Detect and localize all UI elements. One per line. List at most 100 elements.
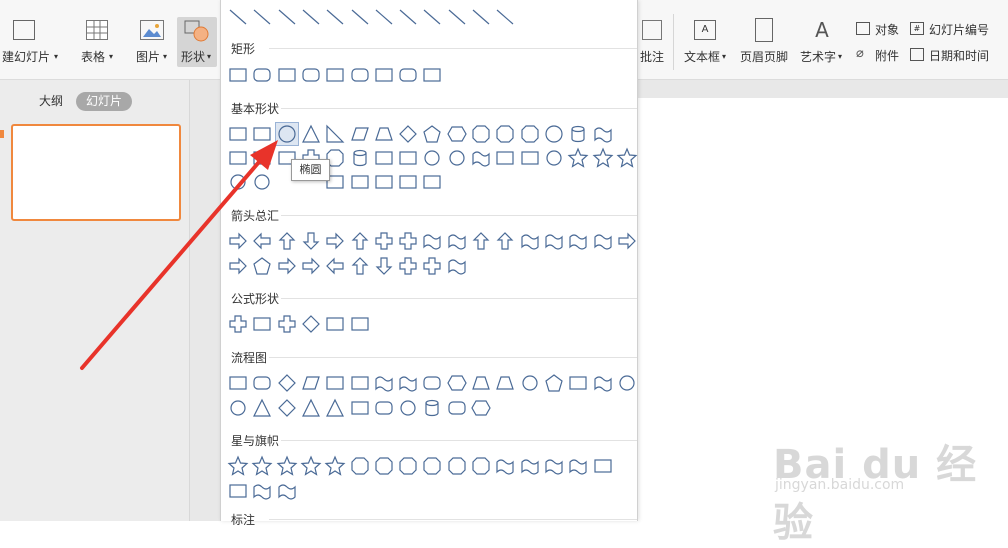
line-shape[interactable] bbox=[446, 6, 468, 28]
flowchart-shape[interactable] bbox=[349, 397, 371, 419]
comment-button[interactable]: 批注 bbox=[640, 48, 664, 65]
star-shape[interactable] bbox=[397, 455, 419, 477]
basic-shape[interactable] bbox=[373, 147, 395, 169]
flowchart-shape[interactable] bbox=[446, 372, 468, 394]
basic-shape[interactable] bbox=[470, 147, 492, 169]
picture-button[interactable]: 图片 bbox=[136, 48, 160, 65]
basic-shape[interactable] bbox=[349, 171, 371, 193]
basic-shape[interactable] bbox=[227, 123, 249, 145]
basic-shape[interactable] bbox=[592, 147, 614, 169]
basic-shape[interactable] bbox=[373, 123, 395, 145]
flowchart-shape[interactable] bbox=[446, 397, 468, 419]
tab-outline[interactable]: 大纲 bbox=[29, 92, 73, 111]
star-shape[interactable] bbox=[446, 455, 468, 477]
flowchart-shape[interactable] bbox=[421, 372, 443, 394]
line-shape[interactable] bbox=[470, 6, 492, 28]
shape-button[interactable]: 形状 bbox=[181, 48, 205, 65]
flowchart-shape[interactable] bbox=[251, 397, 273, 419]
flowchart-shape[interactable] bbox=[300, 372, 322, 394]
comment-icon[interactable] bbox=[642, 20, 662, 40]
star-shape[interactable] bbox=[494, 455, 516, 477]
flowchart-shape[interactable] bbox=[470, 397, 492, 419]
arrow-shape[interactable] bbox=[300, 255, 322, 277]
arrow-shape[interactable] bbox=[251, 255, 273, 277]
paperclip-icon[interactable]: ⌀ bbox=[856, 47, 870, 61]
arrow-shape[interactable] bbox=[446, 255, 468, 277]
flowchart-shape[interactable] bbox=[616, 372, 638, 394]
rect-shape[interactable] bbox=[276, 64, 298, 86]
wordart-icon[interactable]: A bbox=[811, 18, 833, 42]
datetime-button[interactable]: 日期和时间 bbox=[929, 47, 989, 64]
arrow-shape[interactable] bbox=[567, 230, 589, 252]
line-shape[interactable] bbox=[324, 6, 346, 28]
star-shape[interactable] bbox=[592, 455, 614, 477]
flowchart-shape[interactable] bbox=[421, 397, 443, 419]
rect-shape[interactable] bbox=[349, 64, 371, 86]
basic-shape[interactable] bbox=[616, 147, 638, 169]
line-shape[interactable] bbox=[397, 6, 419, 28]
rect-shape[interactable] bbox=[421, 64, 443, 86]
arrow-shape[interactable] bbox=[276, 230, 298, 252]
basic-shape[interactable] bbox=[470, 123, 492, 145]
arrow-shape[interactable] bbox=[373, 255, 395, 277]
line-shape[interactable] bbox=[251, 6, 273, 28]
arrow-shape[interactable] bbox=[470, 230, 492, 252]
basic-shape[interactable] bbox=[494, 147, 516, 169]
shape-icon[interactable] bbox=[184, 20, 210, 42]
rect-shape[interactable] bbox=[324, 64, 346, 86]
tab-slides[interactable]: 幻灯片 bbox=[76, 92, 133, 111]
basic-shape[interactable] bbox=[446, 147, 468, 169]
arrow-shape[interactable] bbox=[616, 230, 638, 252]
formula-shape[interactable] bbox=[300, 313, 322, 335]
flowchart-shape[interactable] bbox=[567, 372, 589, 394]
star-shape[interactable] bbox=[567, 455, 589, 477]
star-shape[interactable] bbox=[470, 455, 492, 477]
basic-shape[interactable] bbox=[373, 171, 395, 193]
object-icon[interactable] bbox=[856, 22, 870, 35]
line-shape[interactable] bbox=[349, 6, 371, 28]
basic-shape[interactable] bbox=[567, 147, 589, 169]
ellipse-shape[interactable] bbox=[274, 122, 299, 146]
basic-shape[interactable] bbox=[446, 123, 468, 145]
arrow-shape[interactable] bbox=[543, 230, 565, 252]
basic-shape[interactable] bbox=[397, 171, 419, 193]
arrow-shape[interactable] bbox=[397, 230, 419, 252]
arrow-shape[interactable] bbox=[251, 230, 273, 252]
flowchart-shape[interactable] bbox=[494, 372, 516, 394]
flowchart-shape[interactable] bbox=[324, 397, 346, 419]
basic-shape[interactable] bbox=[421, 123, 443, 145]
star-shape[interactable] bbox=[276, 455, 298, 477]
formula-shape[interactable] bbox=[276, 313, 298, 335]
formula-shape[interactable] bbox=[349, 313, 371, 335]
new-slide-button[interactable]: 建幻灯片 bbox=[2, 48, 50, 65]
flowchart-shape[interactable] bbox=[543, 372, 565, 394]
object-button[interactable]: 对象 bbox=[875, 21, 899, 38]
rect-shape[interactable] bbox=[227, 64, 249, 86]
star-shape[interactable] bbox=[227, 455, 249, 477]
attachment-button[interactable]: 附件 bbox=[875, 47, 899, 64]
star-shape[interactable] bbox=[421, 455, 443, 477]
formula-shape[interactable] bbox=[227, 313, 249, 335]
star-shape[interactable] bbox=[349, 455, 371, 477]
flowchart-shape[interactable] bbox=[251, 372, 273, 394]
arrow-shape[interactable] bbox=[446, 230, 468, 252]
basic-shape[interactable] bbox=[421, 147, 443, 169]
basic-shape[interactable] bbox=[567, 123, 589, 145]
basic-shape[interactable] bbox=[227, 171, 249, 193]
basic-shape[interactable] bbox=[251, 171, 273, 193]
arrow-shape[interactable] bbox=[494, 230, 516, 252]
flowchart-shape[interactable] bbox=[397, 397, 419, 419]
arrow-shape[interactable] bbox=[227, 255, 249, 277]
basic-shape[interactable] bbox=[421, 171, 443, 193]
basic-shape[interactable] bbox=[519, 123, 541, 145]
banner-shape[interactable] bbox=[276, 480, 298, 502]
arrow-shape[interactable] bbox=[276, 255, 298, 277]
slide-number-icon[interactable]: # bbox=[910, 22, 924, 35]
arrow-shape[interactable] bbox=[324, 255, 346, 277]
basic-shape[interactable] bbox=[397, 123, 419, 145]
arrow-shape[interactable] bbox=[592, 230, 614, 252]
line-shape[interactable] bbox=[494, 6, 516, 28]
flowchart-shape[interactable] bbox=[227, 372, 249, 394]
basic-shape[interactable] bbox=[251, 123, 273, 145]
basic-shape[interactable] bbox=[494, 123, 516, 145]
